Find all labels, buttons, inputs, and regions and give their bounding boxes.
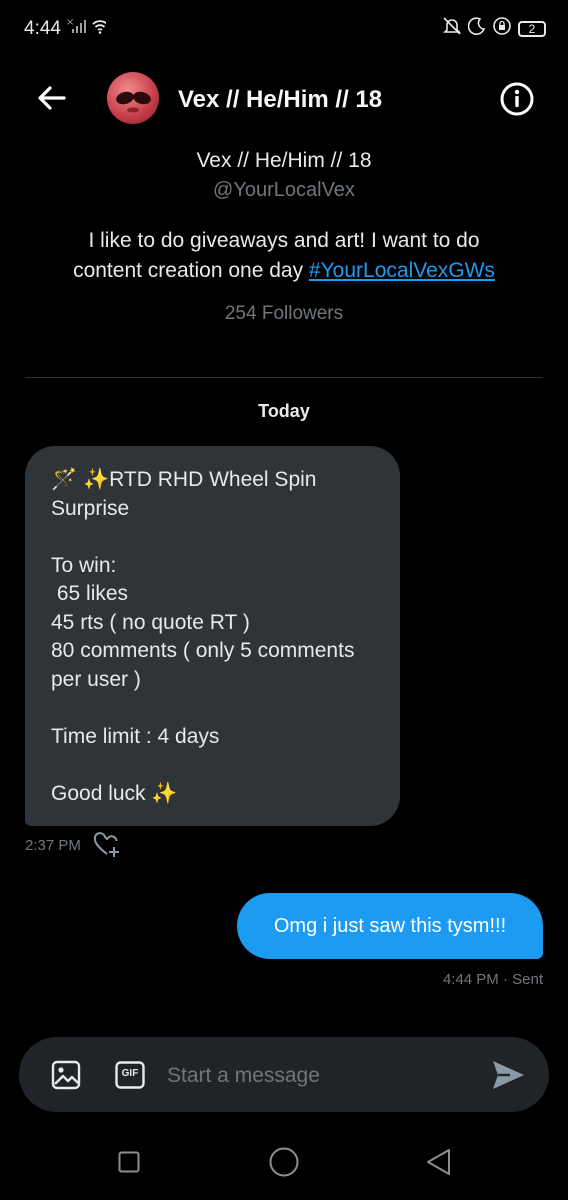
react-button[interactable] [92,831,122,859]
date-separator: Today [258,401,310,421]
gif-label: GIF [121,1068,139,1079]
sent-message-bubble[interactable]: Omg i just saw this tysm!!! [237,893,543,959]
message-input[interactable] [167,1062,467,1090]
hashtag-link[interactable]: #YourLocalVexGWs [309,259,495,282]
message-timestamp: 2:37 PM [25,837,81,854]
profile-bio: I like to do giveaways and art! I want t… [40,226,528,286]
profile-handle: @YourLocalVex [213,179,355,201]
message-line: Good luck ✨ [51,781,178,805]
heart-plus-icon [93,832,119,857]
square-icon [118,1151,140,1173]
received-message-bubble[interactable]: 🪄 ✨RTD RHD Wheel Spin Surprise To win: 6… [25,446,400,826]
message-line: 🪄 ✨RTD RHD Wheel Spin [51,468,317,491]
bio-line: content creation one day #YourLocalVexGW… [40,256,528,286]
image-icon [51,1060,81,1090]
message-line: To win: [51,553,117,577]
info-icon [500,82,534,116]
message-line: 45 rts ( no quote RT ) [51,610,250,634]
home-button[interactable] [268,1146,300,1178]
message-line [51,751,382,780]
add-image-button[interactable] [51,1060,81,1090]
sent-status: 4:44 PM · Sent [442,971,543,988]
message-line: 80 comments ( only 5 comments [51,639,355,662]
battery-icon: 2 [518,20,546,37]
info-button[interactable] [499,81,535,117]
status-icons: 2 [442,16,546,41]
triangle-back-icon [427,1149,450,1175]
status-time: 4:44 [24,18,61,39]
mute-icon [442,16,462,41]
send-icon [493,1061,524,1089]
system-back-button[interactable] [424,1147,452,1177]
divider [25,377,543,378]
lock-rotation-icon [492,16,512,41]
message-line: per user ) [51,667,141,691]
bio-line: I like to do giveaways and art! I want t… [88,229,480,252]
arrow-left-icon [38,86,66,110]
followers-count[interactable]: 254 Followers [0,303,568,325]
sent-message-text: Omg i just saw this tysm!!! [273,914,507,937]
message-line [51,694,382,723]
profile-name: Vex // He/Him // 18 [196,149,372,172]
circle-icon [269,1147,299,1177]
svg-text:×: × [66,17,74,28]
bio-text: content creation one day [73,259,309,282]
signal-icon: × [66,16,108,39]
avatar[interactable] [107,72,159,124]
send-button[interactable] [490,1058,526,1092]
message-line [51,523,382,552]
back-button[interactable] [34,80,70,116]
message-line: Time limit : 4 days [51,724,220,748]
add-gif-button[interactable]: GIF [115,1061,145,1089]
message-line: Surprise [51,496,130,520]
message-line: 65 likes [51,582,129,605]
moon-icon [467,16,486,41]
conversation-title[interactable]: Vex // He/Him // 18 [178,86,382,114]
recents-button[interactable] [118,1151,140,1173]
